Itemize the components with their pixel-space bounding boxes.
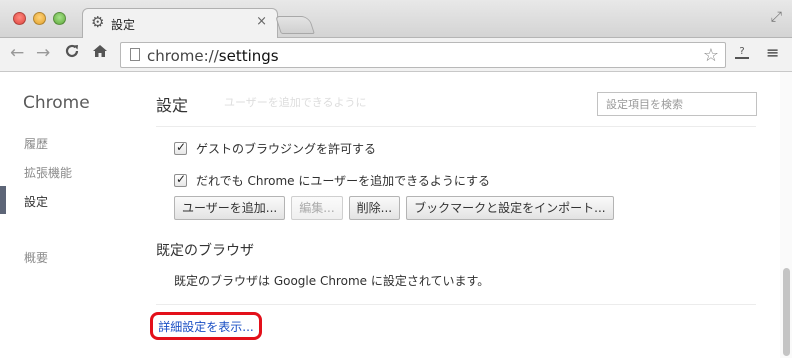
title-bar: ⚙ 設定 × ⤢ xyxy=(0,0,792,39)
sidebar-item-history[interactable]: 履歴 xyxy=(24,135,48,152)
settings-page: Chrome 履歴 拡張機能 設定 概要 設定 ユーザーを追加できるように ゲス… xyxy=(0,72,792,358)
page-icon xyxy=(130,48,140,61)
bookmark-star-icon[interactable]: ☆ xyxy=(703,45,719,66)
url-scheme: chrome:// xyxy=(147,47,219,65)
forward-button[interactable]: → xyxy=(36,43,50,63)
guest-browsing-label: ゲストのブラウジングを許可する xyxy=(196,142,377,156)
tab-settings[interactable]: ⚙ 設定 × xyxy=(82,8,278,39)
default-browser-status: 既定のブラウザは Google Chrome に設定されています。 xyxy=(174,274,490,288)
allow-add-user-option[interactable]: だれでも Chrome にユーザーを追加できるようにする xyxy=(174,172,490,189)
edit-user-button[interactable]: 編集... xyxy=(291,196,343,220)
sidebar-item-extensions[interactable]: 拡張機能 xyxy=(24,164,72,181)
guest-browsing-checkbox[interactable] xyxy=(174,140,187,155)
settings-search-input[interactable] xyxy=(597,92,757,116)
user-buttons: ユーザーを追加... 編集... 削除... ブックマークと設定をインポート..… xyxy=(174,196,614,220)
home-icon xyxy=(93,45,107,57)
guest-browsing-option[interactable]: ゲストのブラウジングを許可する xyxy=(174,140,376,157)
faded-heading: ユーザーを追加できるように xyxy=(224,96,367,109)
header-divider xyxy=(156,126,756,127)
gear-icon: ⚙ xyxy=(91,13,105,31)
page-title: 設定 xyxy=(156,96,189,115)
sidebar-brand: Chrome xyxy=(23,93,90,113)
scrollbar-thumb[interactable] xyxy=(783,268,790,356)
browser-toolbar: ← → chrome://settings ☆ ? ≡ xyxy=(0,38,792,72)
url-path: settings xyxy=(218,47,279,65)
section-divider xyxy=(156,304,756,305)
address-bar[interactable]: chrome://settings ☆ xyxy=(120,42,726,68)
settings-content: 設定 ユーザーを追加できるように ゲストのブラウジングを許可する だれでも Ch… xyxy=(140,72,780,358)
active-indicator xyxy=(0,186,6,214)
tab-title: 設定 xyxy=(111,18,136,32)
help-icon[interactable]: ? xyxy=(735,47,749,59)
import-bookmarks-button[interactable]: ブックマークと設定をインポート... xyxy=(406,196,614,220)
sidebar: Chrome 履歴 拡張機能 設定 概要 xyxy=(0,72,140,358)
tab-close-icon[interactable]: × xyxy=(256,15,267,29)
allow-add-user-label: だれでも Chrome にユーザーを追加できるようにする xyxy=(196,174,490,188)
fullscreen-icon[interactable]: ⤢ xyxy=(771,9,782,25)
advanced-settings-highlight: 詳細設定を表示... xyxy=(150,312,262,340)
menu-icon[interactable]: ≡ xyxy=(766,43,779,62)
zoom-window-button[interactable] xyxy=(53,12,66,25)
scrollbar[interactable] xyxy=(780,72,792,358)
reload-button[interactable] xyxy=(64,43,80,64)
reload-icon xyxy=(65,44,79,58)
allow-add-user-checkbox[interactable] xyxy=(174,172,187,187)
home-button[interactable] xyxy=(92,43,108,64)
add-user-button[interactable]: ユーザーを追加... xyxy=(174,196,286,220)
new-tab-button[interactable] xyxy=(275,16,315,34)
show-advanced-settings-link[interactable]: 詳細設定を表示... xyxy=(158,318,253,335)
delete-user-button[interactable]: 削除... xyxy=(348,196,401,220)
url-text: chrome://settings xyxy=(147,47,279,65)
back-button[interactable]: ← xyxy=(10,43,24,63)
sidebar-item-settings[interactable]: 設定 xyxy=(24,193,48,210)
default-browser-heading: 既定のブラウザ xyxy=(156,243,254,259)
minimize-window-button[interactable] xyxy=(33,12,46,25)
close-window-button[interactable] xyxy=(13,12,26,25)
sidebar-item-about[interactable]: 概要 xyxy=(24,249,48,266)
